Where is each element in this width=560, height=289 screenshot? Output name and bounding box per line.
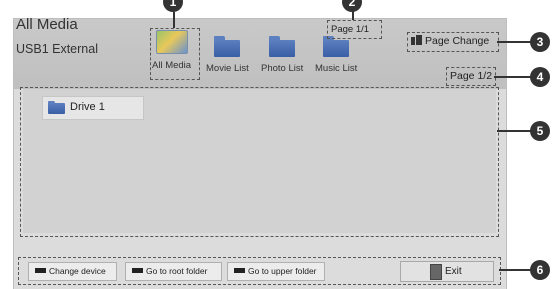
tab-label: Photo List: [261, 63, 304, 74]
folder-icon: [214, 36, 241, 57]
list-item-label: Drive 1: [70, 101, 105, 113]
tab-music-list[interactable]: Music List: [315, 36, 358, 74]
callout-badge: 3: [530, 32, 550, 52]
callout-badge: 6: [530, 260, 550, 280]
list-item-drive[interactable]: Drive 1: [42, 96, 144, 120]
callout-frame-3: [407, 32, 499, 52]
callout-badge: 1: [163, 0, 183, 12]
tab-label: Music List: [315, 63, 358, 74]
callout-frame-4: [446, 67, 496, 86]
callout-badge: 2: [342, 0, 362, 12]
callout-leader: [497, 130, 531, 132]
callout-frame-2: [327, 20, 382, 39]
callout-frame-1: [150, 28, 200, 80]
callout-badge: 4: [530, 67, 550, 87]
callout-leader: [497, 41, 531, 43]
folder-icon: [48, 101, 65, 114]
folder-icon: [323, 36, 350, 57]
tab-movie-list[interactable]: Movie List: [206, 36, 249, 74]
page-title: All Media: [16, 16, 78, 33]
manual-illustration: All Media USB1 External All Media Movie …: [0, 0, 560, 289]
tab-label: Movie List: [206, 63, 249, 74]
callout-leader: [499, 269, 531, 271]
callout-leader: [173, 12, 175, 28]
callout-frame-6: [18, 257, 501, 285]
tab-photo-list[interactable]: Photo List: [261, 36, 304, 74]
callout-badge: 5: [530, 121, 550, 141]
callout-leader: [494, 76, 531, 78]
folder-icon: [269, 36, 296, 57]
device-label: USB1 External: [16, 42, 98, 56]
